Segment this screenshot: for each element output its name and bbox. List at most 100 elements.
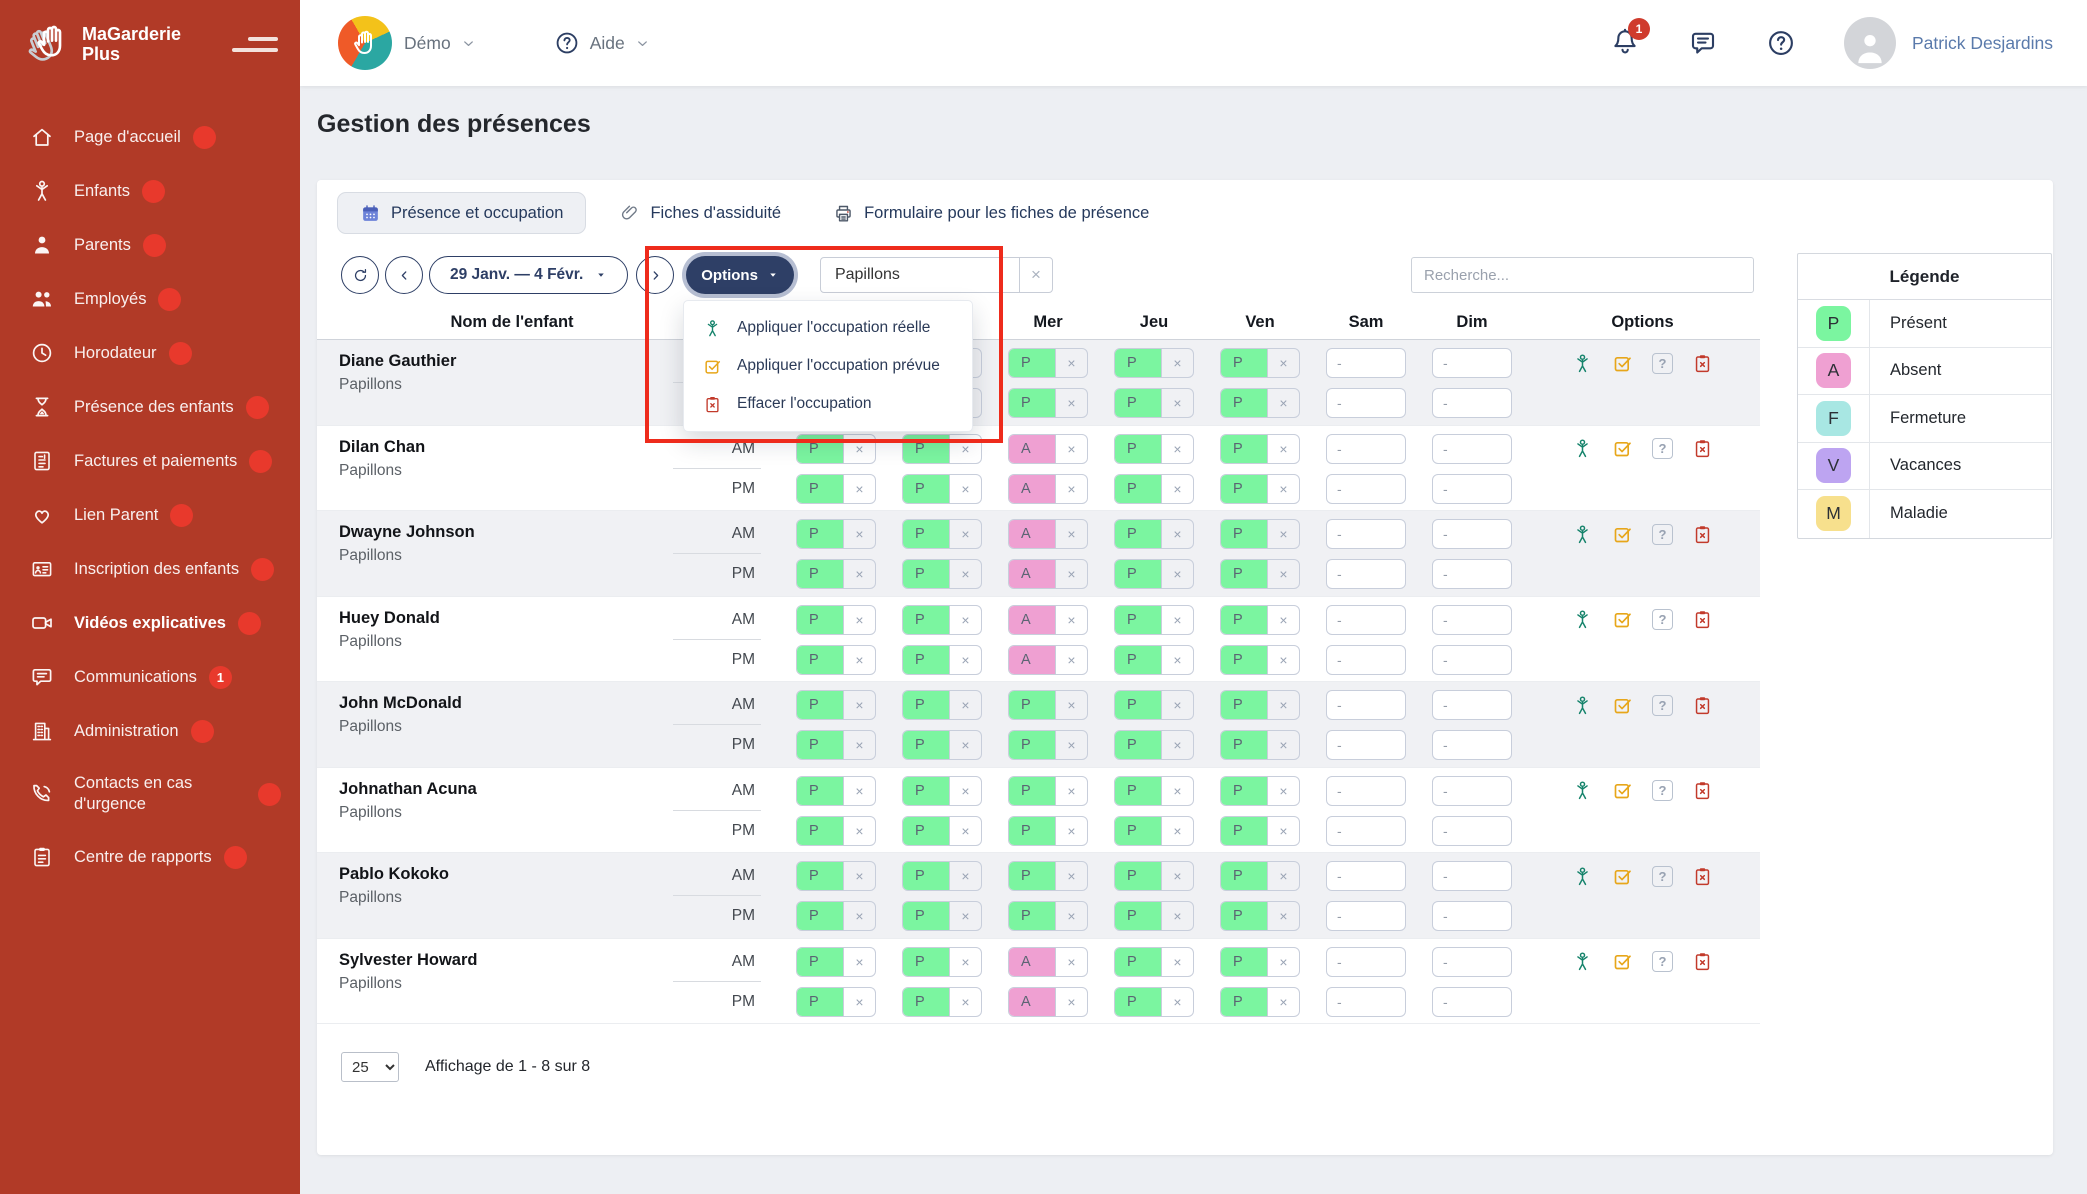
occupancy-cell-empty[interactable]: - bbox=[1432, 434, 1512, 464]
clear-cell-button[interactable]: × bbox=[949, 606, 981, 634]
user-menu[interactable]: Patrick Desjardins bbox=[1912, 33, 2053, 54]
occupancy-cell-empty[interactable]: - bbox=[1432, 987, 1512, 1017]
clear-cell-button[interactable]: × bbox=[843, 646, 875, 674]
clear-cell-button[interactable]: × bbox=[843, 691, 875, 719]
occupancy-status[interactable]: P bbox=[903, 646, 949, 674]
clear-cell-button[interactable]: × bbox=[1161, 988, 1193, 1016]
notifications-button[interactable]: 1 bbox=[1610, 26, 1640, 61]
clear-cell-button[interactable]: × bbox=[949, 817, 981, 845]
clear-cell-button[interactable]: × bbox=[1161, 389, 1193, 417]
occupancy-status[interactable]: P bbox=[1221, 862, 1267, 890]
occupancy-status[interactable]: P bbox=[1221, 606, 1267, 634]
occupancy-cell-empty[interactable]: - bbox=[1326, 434, 1406, 464]
clear-cell-button[interactable]: × bbox=[1161, 349, 1193, 377]
occupancy-status[interactable]: P bbox=[797, 646, 843, 674]
occupancy-cell-empty[interactable]: - bbox=[1432, 388, 1512, 418]
clear-cell-button[interactable]: × bbox=[1161, 475, 1193, 503]
occupancy-cell-empty[interactable]: - bbox=[1326, 474, 1406, 504]
tab-presence-forms[interactable]: Formulaire pour les fiches de présence bbox=[814, 192, 1168, 234]
clear-cell-button[interactable]: × bbox=[1055, 435, 1087, 463]
clear-cell-button[interactable]: × bbox=[1055, 389, 1087, 417]
occupancy-status[interactable]: P bbox=[797, 520, 843, 548]
refresh-button[interactable] bbox=[341, 256, 379, 294]
sidebar-item-parent-link[interactable]: Lien Parent bbox=[0, 488, 300, 542]
row-action-apply-actual-icon[interactable] bbox=[1572, 524, 1593, 545]
page-size-select[interactable]: 25 bbox=[341, 1052, 399, 1082]
clear-cell-button[interactable]: × bbox=[949, 862, 981, 890]
occupancy-status[interactable]: P bbox=[797, 988, 843, 1016]
clear-cell-button[interactable]: × bbox=[949, 731, 981, 759]
row-action-clear-icon[interactable] bbox=[1692, 780, 1713, 801]
occupancy-cell-empty[interactable]: - bbox=[1326, 947, 1406, 977]
clear-cell-button[interactable]: × bbox=[1267, 988, 1299, 1016]
occupancy-status[interactable]: P bbox=[797, 731, 843, 759]
occupancy-status[interactable]: P bbox=[1115, 349, 1161, 377]
row-action-apply-planned-icon[interactable] bbox=[1612, 353, 1633, 374]
occupancy-status[interactable]: P bbox=[797, 606, 843, 634]
sidebar-item-report-center[interactable]: Centre de rapports bbox=[0, 830, 300, 884]
row-action-apply-planned-icon[interactable] bbox=[1612, 866, 1633, 887]
clear-cell-button[interactable]: × bbox=[949, 691, 981, 719]
occupancy-status[interactable]: P bbox=[1221, 475, 1267, 503]
clear-cell-button[interactable]: × bbox=[1055, 948, 1087, 976]
help-button[interactable] bbox=[1766, 28, 1796, 58]
occupancy-status[interactable]: P bbox=[1221, 988, 1267, 1016]
occupancy-status[interactable]: P bbox=[1009, 691, 1055, 719]
clear-cell-button[interactable]: × bbox=[1161, 560, 1193, 588]
clear-cell-button[interactable]: × bbox=[843, 475, 875, 503]
occupancy-status[interactable]: P bbox=[1221, 520, 1267, 548]
clear-cell-button[interactable]: × bbox=[843, 948, 875, 976]
next-week-button[interactable] bbox=[636, 256, 674, 294]
sidebar-item-explainer-videos[interactable]: Vidéos explicatives bbox=[0, 596, 300, 650]
tab-presence-occupation[interactable]: Présence et occupation bbox=[337, 192, 586, 234]
row-action-clear-icon[interactable] bbox=[1692, 695, 1713, 716]
occupancy-status[interactable]: P bbox=[1115, 691, 1161, 719]
clear-cell-button[interactable]: × bbox=[1161, 435, 1193, 463]
occupancy-status[interactable]: P bbox=[1221, 817, 1267, 845]
occupancy-status[interactable]: P bbox=[1115, 731, 1161, 759]
row-action-apply-actual-icon[interactable] bbox=[1572, 609, 1593, 630]
occupancy-cell-empty[interactable]: - bbox=[1432, 730, 1512, 760]
clear-cell-button[interactable]: × bbox=[1267, 862, 1299, 890]
occupancy-status[interactable]: P bbox=[1115, 520, 1161, 548]
occupancy-status[interactable]: A bbox=[1009, 520, 1055, 548]
occupancy-status[interactable]: P bbox=[797, 435, 843, 463]
clear-cell-button[interactable]: × bbox=[949, 988, 981, 1016]
occupancy-status[interactable]: P bbox=[903, 948, 949, 976]
occupancy-status[interactable]: P bbox=[1115, 435, 1161, 463]
clear-cell-button[interactable]: × bbox=[1055, 862, 1087, 890]
occupancy-status[interactable]: P bbox=[1115, 606, 1161, 634]
occupancy-status[interactable]: P bbox=[1221, 948, 1267, 976]
sidebar-item-invoices-payments[interactable]: Factures et paiements bbox=[0, 434, 300, 488]
occupancy-status[interactable]: P bbox=[1115, 389, 1161, 417]
occupancy-status[interactable]: P bbox=[1115, 817, 1161, 845]
sidebar-item-children[interactable]: Enfants bbox=[0, 164, 300, 218]
clear-cell-button[interactable]: × bbox=[843, 520, 875, 548]
occupancy-cell-empty[interactable]: - bbox=[1326, 816, 1406, 846]
sidebar-item-time-clock[interactable]: Horodateur bbox=[0, 326, 300, 380]
clear-cell-button[interactable]: × bbox=[949, 902, 981, 930]
occupancy-status[interactable]: P bbox=[797, 691, 843, 719]
occupancy-status[interactable]: P bbox=[1115, 948, 1161, 976]
occupancy-status[interactable]: P bbox=[1221, 560, 1267, 588]
occupancy-status[interactable]: A bbox=[1009, 646, 1055, 674]
occupancy-status[interactable]: P bbox=[1115, 646, 1161, 674]
occupancy-status[interactable]: P bbox=[1009, 389, 1055, 417]
occupancy-status[interactable]: P bbox=[1115, 777, 1161, 805]
occupancy-status[interactable]: A bbox=[1009, 948, 1055, 976]
row-action-apply-actual-icon[interactable] bbox=[1572, 695, 1593, 716]
occupancy-status[interactable]: P bbox=[903, 475, 949, 503]
occupancy-status[interactable]: P bbox=[903, 560, 949, 588]
sidebar-toggle-icon[interactable] bbox=[232, 37, 278, 52]
occupancy-status[interactable]: P bbox=[797, 902, 843, 930]
occupancy-status[interactable]: P bbox=[1221, 902, 1267, 930]
clear-cell-button[interactable]: × bbox=[1055, 902, 1087, 930]
menu-item-clear-occupancy[interactable]: Effacer l'occupation bbox=[684, 385, 972, 423]
occupancy-status[interactable]: A bbox=[1009, 606, 1055, 634]
occupancy-cell-empty[interactable]: - bbox=[1432, 348, 1512, 378]
occupancy-cell-empty[interactable]: - bbox=[1326, 690, 1406, 720]
occupancy-cell-empty[interactable]: - bbox=[1326, 730, 1406, 760]
clear-cell-button[interactable]: × bbox=[1267, 902, 1299, 930]
menu-item-apply-planned-occupancy[interactable]: Appliquer l'occupation prévue bbox=[684, 347, 972, 385]
row-action-apply-actual-icon[interactable] bbox=[1572, 353, 1593, 374]
